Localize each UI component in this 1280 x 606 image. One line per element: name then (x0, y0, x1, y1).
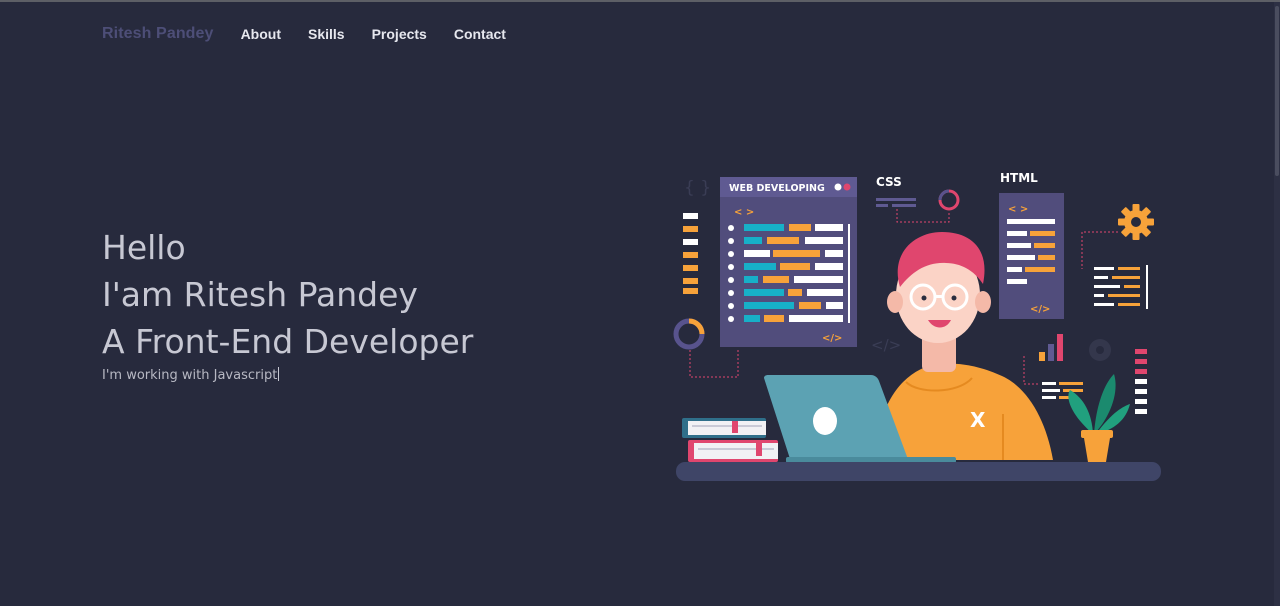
pink-ring-icon (938, 189, 960, 211)
connector-left (689, 350, 739, 378)
html-panel: < > </> (999, 193, 1064, 319)
html-label: HTML (1000, 171, 1038, 185)
typing-text: I'm working with Javascript (102, 367, 473, 383)
developer-illustration: { } </> WEB DEVELOPING < > </> CSS HTML … (673, 171, 1161, 481)
hero-name: I'am Ritesh Pandey (102, 275, 418, 314)
faint-code-icon: </> (871, 336, 901, 354)
shirt-logo: X (970, 408, 986, 432)
top-navigation: Ritesh Pandey About Skills Projects Cont… (102, 24, 533, 44)
gear-icon (1118, 204, 1154, 240)
window-top-border (0, 0, 1280, 2)
mini-bar-chart-icon (1039, 334, 1063, 361)
html-tag-close: </> (1030, 304, 1050, 315)
left-ring-icon (673, 318, 705, 350)
panel-title: WEB DEVELOPING (729, 183, 825, 194)
css-line-2 (876, 204, 888, 207)
css-label: CSS (876, 175, 902, 189)
desk (676, 462, 1161, 481)
typed-text: I'm working with Javascript (102, 368, 278, 383)
plant-icon (1068, 374, 1130, 462)
faint-braces-icon: { } (684, 178, 711, 198)
book-stack (682, 418, 778, 462)
nav-link-projects[interactable]: Projects (372, 26, 427, 42)
css-line-1 (876, 198, 916, 201)
html-tag-open: < > (1008, 204, 1028, 215)
web-developing-panel: WEB DEVELOPING < > </> (720, 177, 857, 347)
hero-role: A Front-End Developer (102, 322, 474, 361)
nav-link-skills[interactable]: Skills (308, 26, 345, 42)
panel-tag-close: </> (822, 333, 842, 344)
right-code-snippet (1094, 265, 1148, 309)
brand-logo[interactable]: Ritesh Pandey (102, 25, 214, 43)
css-line-3 (892, 204, 916, 207)
connector-gear (1081, 231, 1118, 269)
connector-chart (1023, 356, 1040, 385)
panel-tag-open: < > (734, 207, 754, 218)
hero-greeting: Hello (102, 228, 186, 267)
nav-link-contact[interactable]: Contact (454, 26, 506, 42)
right-bar-list (1135, 349, 1147, 414)
typing-cursor (278, 367, 280, 381)
faint-gear-icon (1089, 339, 1111, 361)
left-bar-list (683, 213, 698, 294)
scrollbar-thumb[interactable] (1275, 6, 1279, 176)
hero-section: Hello I'am Ritesh Pandey A Front-End Dev… (102, 224, 473, 383)
connector-css (896, 209, 950, 223)
vertical-scrollbar[interactable] (1274, 2, 1280, 606)
nav-link-about[interactable]: About (241, 26, 281, 42)
